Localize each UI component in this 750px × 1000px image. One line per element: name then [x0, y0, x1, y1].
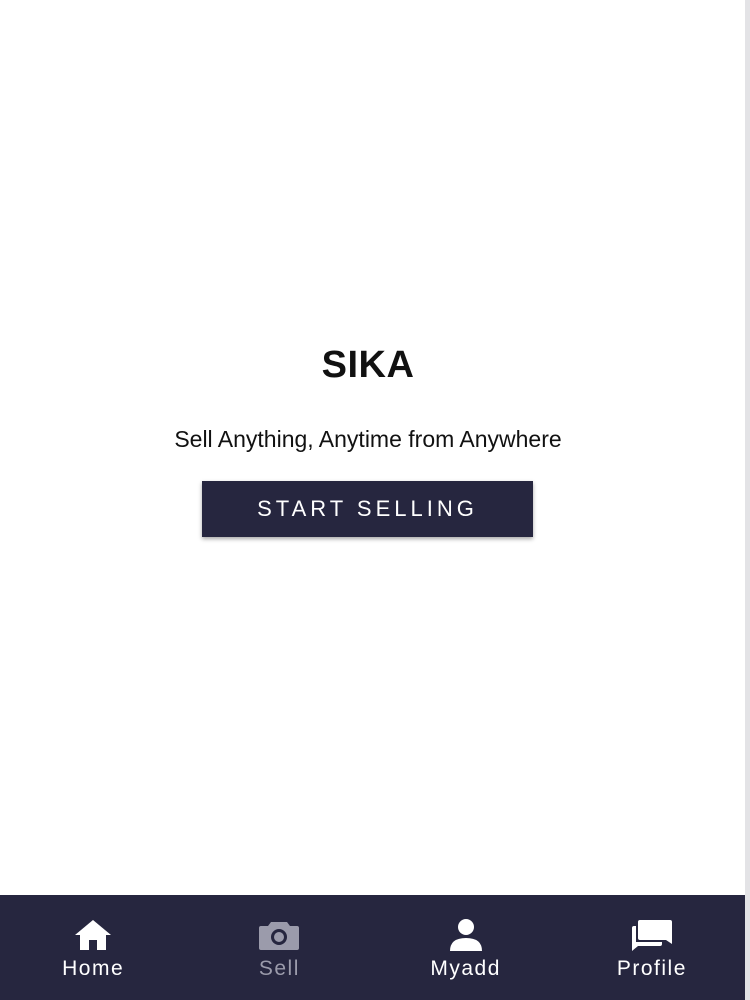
start-selling-button[interactable]: START SELLING	[202, 481, 533, 537]
window-edge	[745, 0, 750, 1000]
nav-label-profile: Profile	[616, 957, 687, 980]
home-screen: SIKA Sell Anything, Anytime from Anywher…	[0, 0, 750, 1000]
chat-icon	[630, 917, 674, 953]
app-title: SIKA	[321, 344, 415, 386]
nav-item-sell[interactable]: Sell	[186, 895, 372, 1000]
person-icon	[444, 917, 488, 953]
nav-label-myadd: Myadd	[430, 957, 501, 980]
bottom-navigation: Home Sell Myadd Profile	[0, 895, 745, 1000]
nav-label-home: Home	[62, 957, 125, 980]
camera-icon	[257, 917, 301, 953]
nav-item-profile[interactable]: Profile	[559, 895, 745, 1000]
nav-item-home[interactable]: Home	[0, 895, 186, 1000]
app-tagline: Sell Anything, Anytime from Anywhere	[174, 426, 562, 452]
nav-label-sell: Sell	[258, 957, 300, 980]
nav-item-myadd[interactable]: Myadd	[373, 895, 559, 1000]
home-icon	[71, 917, 115, 953]
